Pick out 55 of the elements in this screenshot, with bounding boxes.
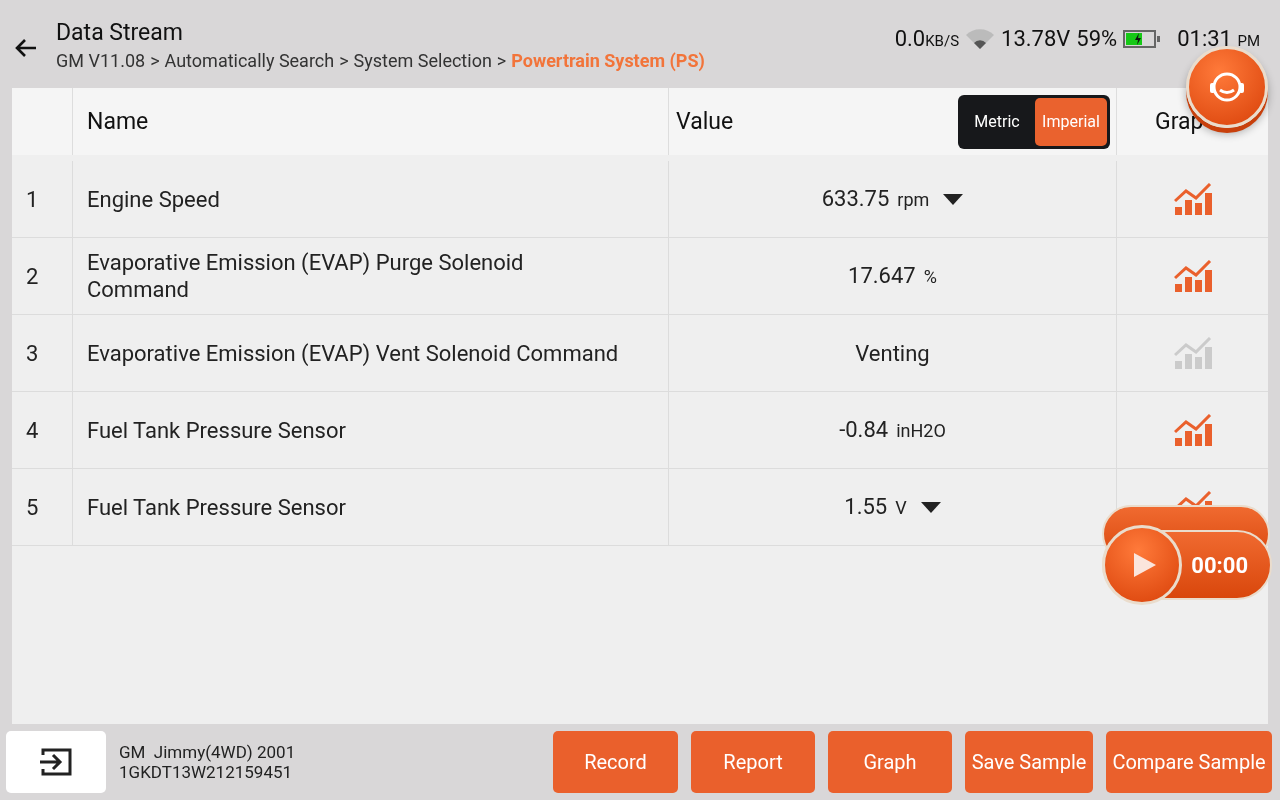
breadcrumb-item[interactable]: Powertrain System (PS) xyxy=(511,50,705,71)
units-option[interactable]: Metric xyxy=(961,97,1033,146)
breadcrumb-separator: > xyxy=(150,50,160,71)
parameter-value: 17.647 xyxy=(848,262,916,289)
row-number: 4 xyxy=(26,416,39,444)
column-header: Grap xyxy=(1155,108,1204,135)
breadcrumb-item[interactable]: Automatically Search xyxy=(164,50,335,71)
row-number: 2 xyxy=(26,262,39,290)
play-icon xyxy=(1134,553,1156,577)
wifi-icon xyxy=(965,27,996,50)
vehicle-vin: 1GKDT13W212159451 xyxy=(119,762,294,782)
breadcrumb-separator: > xyxy=(496,50,507,71)
breadcrumb-item[interactable]: System Selection xyxy=(353,50,492,71)
vehicle-model: GM Jimmy(4WD) 2001 xyxy=(119,742,297,762)
page-title: Data Stream xyxy=(56,19,184,46)
parameter-name: Engine Speed xyxy=(87,185,220,213)
value-unit: V xyxy=(895,496,907,520)
voltage-reading: 13.78V xyxy=(1001,26,1071,51)
breadcrumb-separator: > xyxy=(339,50,349,71)
caret-icon[interactable] xyxy=(920,501,941,513)
column-header: Name xyxy=(87,108,149,135)
back-button[interactable] xyxy=(14,38,38,58)
caret-icon[interactable] xyxy=(943,193,964,205)
action-button[interactable]: Graph xyxy=(828,731,952,793)
parameter-name: Fuel Tank Pressure Sensor xyxy=(87,493,346,521)
parameter-name: Fuel Tank Pressure Sensor xyxy=(87,416,346,444)
row-number: 1 xyxy=(26,185,39,213)
network-speed: 0.0KB/S xyxy=(894,26,960,51)
chart-icon[interactable] xyxy=(1173,260,1212,292)
breadcrumb-item[interactable]: GM V11.08 xyxy=(56,50,146,71)
value-unit: % xyxy=(923,265,937,289)
parameter-name: Evaporative Emission (EVAP) Vent Solenoid Command xyxy=(87,339,619,367)
row-number: 3 xyxy=(26,339,39,367)
column-header: Value xyxy=(676,108,734,135)
parameter-name: Evaporative Emission (EVAP) Purge Solenoid Command xyxy=(87,249,525,303)
value-unit: inH2O xyxy=(896,419,946,443)
action-button[interactable]: Report xyxy=(691,731,815,793)
clock-time: 01:31 PM xyxy=(1177,26,1260,51)
exit-button[interactable] xyxy=(6,731,106,793)
action-button[interactable]: Compare Sample xyxy=(1106,731,1272,793)
action-button[interactable]: Record xyxy=(553,731,678,793)
row-number: 5 xyxy=(26,493,39,521)
parameter-value: -0.84 xyxy=(839,416,889,443)
parameter-value: 633.75 xyxy=(821,185,890,212)
chart-icon[interactable] xyxy=(1173,183,1212,215)
chart-icon[interactable] xyxy=(1173,414,1212,446)
parameter-value: Venting xyxy=(855,339,930,367)
battery-icon xyxy=(1123,28,1162,49)
recording-time: 00:00 xyxy=(1191,552,1248,578)
value-unit: rpm xyxy=(897,188,930,212)
exit-icon xyxy=(39,746,73,778)
parameter-value: 1.55 xyxy=(844,493,888,520)
action-button[interactable]: Save Sample xyxy=(965,731,1093,793)
units-option[interactable]: Imperial xyxy=(1035,97,1107,146)
battery-percent: 59% xyxy=(1076,26,1118,51)
